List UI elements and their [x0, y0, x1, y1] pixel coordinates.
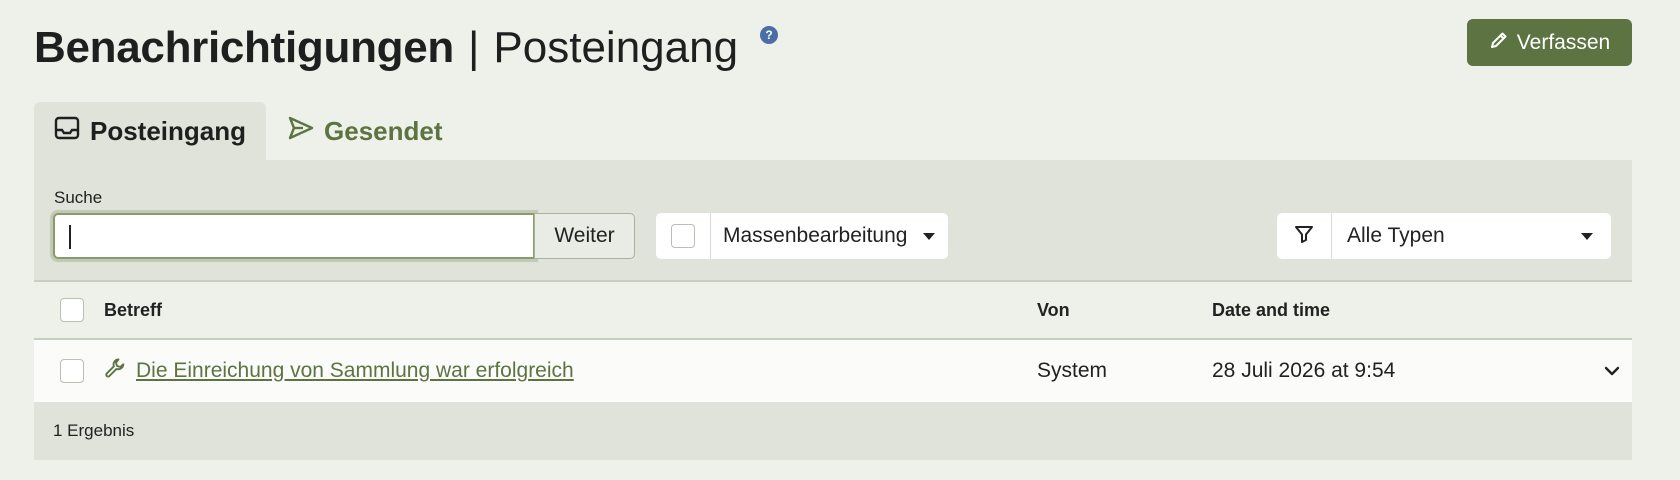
type-filter-select[interactable]: Alle Typen: [1332, 224, 1611, 248]
tab-inbox-label: Posteingang: [90, 115, 247, 146]
chevron-down-icon: [1581, 232, 1593, 240]
search-input[interactable]: [53, 213, 535, 259]
chevron-down-icon: [1604, 359, 1620, 383]
bulk-select-checkbox[interactable]: [671, 224, 695, 248]
row-select-checkbox[interactable]: [60, 359, 84, 383]
bulk-edit-control: Massenbearbeitung: [656, 213, 948, 259]
pencil-icon: [1489, 30, 1509, 56]
tab-sent-label: Gesendet: [324, 115, 443, 146]
page-title: Benachrichtigungen: [34, 23, 454, 72]
tab-sent[interactable]: Gesendet: [266, 102, 463, 160]
title-separator: |: [467, 23, 480, 72]
result-count: 1 Ergebnis: [53, 421, 135, 440]
bulk-edit-label: Massenbearbeitung: [723, 224, 908, 247]
text-caret: [69, 225, 71, 249]
search-submit-button[interactable]: Weiter: [534, 213, 635, 259]
filter-icon-wrap: [1277, 213, 1332, 259]
table-header: Betreff Von Date and time: [34, 280, 1632, 340]
bulk-select-checkbox-wrap: [656, 213, 711, 259]
select-all-cell: [34, 298, 104, 322]
bulk-edit-dropdown[interactable]: Massenbearbeitung: [711, 224, 936, 248]
select-all-checkbox[interactable]: [60, 298, 84, 322]
filter-icon: [1294, 224, 1314, 249]
type-filter-value: Alle Typen: [1347, 224, 1445, 247]
question-circle-icon[interactable]: ?: [760, 26, 779, 44]
row-select-cell: [34, 359, 104, 383]
chevron-down-icon: [923, 232, 936, 240]
type-filter-control: Alle Typen: [1277, 213, 1611, 259]
page-header: Benachrichtigungen | Posteingang ?: [34, 18, 779, 78]
inbox-tray-icon: [54, 115, 80, 148]
search-label: Suche: [54, 188, 103, 207]
row-date: 28 Juli 2026 at 9:54: [1212, 359, 1396, 382]
wrench-icon: [104, 357, 126, 385]
send-icon: [288, 116, 314, 147]
notifications-table: Betreff Von Date and time Die Einreichun…: [34, 280, 1632, 460]
filter-panel: Suche Weiter Massenbearbeitung Alle Type…: [34, 160, 1632, 280]
row-expand-button[interactable]: [1592, 359, 1632, 383]
tab-inbox[interactable]: Posteingang: [34, 102, 267, 160]
column-header-subject[interactable]: Betreff: [104, 300, 1037, 321]
row-subject-link[interactable]: Die Einreichung von Sammlung war erfolgr…: [136, 359, 574, 383]
mailbox-tabs: Posteingang Gesendet: [34, 102, 463, 160]
column-header-date[interactable]: Date and time: [1212, 300, 1592, 321]
table-footer: 1 Ergebnis: [34, 402, 1632, 460]
compose-button[interactable]: Verfassen: [1467, 19, 1632, 66]
page-subtitle: Posteingang: [493, 23, 739, 72]
column-header-from[interactable]: Von: [1037, 300, 1212, 321]
row-from: System: [1037, 359, 1108, 382]
row-subject-cell: Die Einreichung von Sammlung war erfolgr…: [104, 357, 1037, 385]
table-row: Die Einreichung von Sammlung war erfolgr…: [34, 340, 1632, 402]
compose-button-label: Verfassen: [1516, 30, 1611, 54]
